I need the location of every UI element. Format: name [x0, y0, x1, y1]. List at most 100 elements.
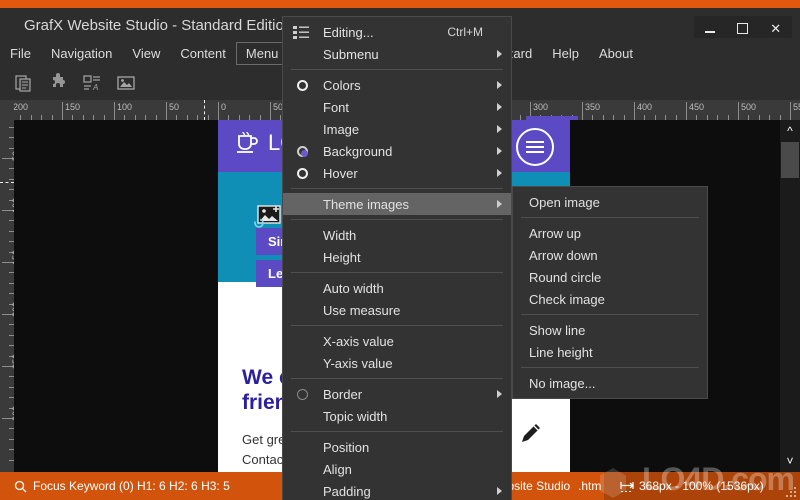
ruler-major-tick — [62, 102, 63, 120]
list-editing-icon — [293, 26, 309, 39]
menu-item-border[interactable]: Border — [283, 383, 511, 405]
menu-item-label: Hover — [323, 165, 358, 181]
submenu-arrow-icon — [497, 487, 502, 495]
scroll-up-button[interactable]: ^ — [780, 120, 800, 142]
ruler-label: 400 — [637, 102, 653, 112]
menu-item-topic-width[interactable]: Topic width — [283, 405, 511, 427]
image-icon[interactable] — [116, 73, 136, 93]
menu-item-width[interactable]: Width — [283, 224, 511, 246]
ruler-major-tick — [790, 102, 791, 120]
radio-indicator-hover[interactable] — [297, 167, 308, 179]
menu-item-use-measure[interactable]: Use measure — [283, 299, 511, 321]
menu-help[interactable]: Help — [542, 42, 589, 65]
menu-menu[interactable]: Menu — [235, 41, 289, 65]
menu-item-label: Height — [323, 249, 361, 265]
menu-view[interactable]: View — [122, 42, 170, 65]
menu-item-y-axis-value[interactable]: Y-axis value — [283, 352, 511, 374]
ruler-major-tick — [166, 102, 167, 120]
menu-separator — [291, 325, 503, 326]
menu-item-theme-images[interactable]: Theme images — [283, 193, 511, 215]
radio-indicator-colors[interactable] — [297, 79, 308, 91]
menu-item-label: Background — [323, 143, 393, 159]
theme-images-item-check-image[interactable]: Check image — [513, 288, 707, 310]
minimize-button[interactable] — [695, 17, 725, 41]
svg-text:A: A — [92, 83, 98, 92]
watermark-hex-icon — [600, 468, 626, 498]
ruler-label: 450 — [689, 102, 705, 112]
puzzle-plugin-icon[interactable] — [48, 73, 68, 93]
menu-item-shortcut: Ctrl+M — [447, 25, 483, 39]
maximize-button[interactable] — [728, 17, 758, 41]
menu-about[interactable]: About — [589, 42, 643, 65]
resize-grip-icon[interactable] — [784, 485, 796, 497]
theme-images-item-show-line[interactable]: Show line — [513, 319, 707, 341]
menu-item-label: Auto width — [323, 280, 384, 296]
menu-item-image[interactable]: Image — [283, 118, 511, 140]
status-focus-text: Focus Keyword (0) H1: 6 H2: 6 H3: 5 — [33, 479, 230, 493]
ruler-origin-marker — [204, 100, 205, 120]
text-layout-icon[interactable]: A — [82, 73, 102, 93]
menu-item-height[interactable]: Height — [283, 246, 511, 268]
menu-content[interactable]: Content — [170, 42, 236, 65]
theme-images-item-round-circle[interactable]: Round circle — [513, 266, 707, 288]
ruler-major-tick — [738, 102, 739, 120]
status-focus-keyword[interactable]: Focus Keyword (0) H1: 6 H2: 6 H3: 5 — [14, 479, 230, 493]
menu-item-label: Image — [323, 121, 360, 137]
menu-item-position[interactable]: Position — [283, 436, 511, 458]
scroll-thumb[interactable] — [781, 142, 799, 178]
menu-item-label: Show line — [529, 322, 586, 338]
menu-item-padding[interactable]: Padding — [283, 480, 511, 500]
image-placeholder-icon[interactable] — [254, 204, 282, 228]
menu-file[interactable]: File — [0, 42, 41, 65]
menu-item-label: Position — [323, 439, 370, 455]
ruler-label: 350 — [585, 102, 601, 112]
menu-navigation[interactable]: Navigation — [41, 42, 122, 65]
menu-dropdown-theme-images[interactable]: Open image Arrow up Arrow down Round circle… — [512, 186, 708, 399]
menu-item-label: Check image — [529, 291, 605, 307]
ruler-label: 300 — [533, 102, 549, 112]
copy-page-icon[interactable] — [14, 73, 34, 93]
menu-item-label: Align — [323, 461, 352, 477]
menu-item-hover[interactable]: Hover — [283, 162, 511, 184]
submenu-arrow-icon — [497, 125, 502, 133]
menu-item-label: Topic width — [323, 408, 388, 424]
menu-item-submenu[interactable]: Submenu — [283, 43, 511, 65]
ruler-label: 550 — [793, 102, 800, 112]
submenu-arrow-icon — [497, 50, 502, 58]
theme-images-item-arrow-up[interactable]: Arrow up — [513, 222, 707, 244]
close-button[interactable]: ✕ — [761, 17, 791, 41]
menu-separator — [291, 431, 503, 432]
menu-item-background[interactable]: Background — [283, 140, 511, 162]
canvas-scrollbar[interactable]: ^ ˅ — [780, 120, 800, 472]
menu-item-auto-width[interactable]: Auto width — [283, 277, 511, 299]
pencil-edit-icon[interactable] — [518, 420, 544, 446]
menu-item-label: No image... — [529, 375, 596, 391]
menu-item-font[interactable]: Font — [283, 96, 511, 118]
menu-item-colors[interactable]: Colors — [283, 74, 511, 96]
menu-item-label: Width — [323, 227, 357, 243]
vertical-ruler[interactable]: 050100150200250300 — [0, 100, 14, 472]
ruler-major-tick — [582, 102, 583, 120]
menu-separator — [291, 272, 503, 273]
ruler-major-tick — [634, 102, 635, 120]
ruler-major-tick — [270, 102, 271, 120]
menu-item-label: Arrow up — [529, 225, 582, 241]
hamburger-menu-icon[interactable] — [516, 128, 554, 166]
scroll-down-button[interactable]: ˅ — [780, 450, 800, 472]
hamburger-lines — [526, 138, 544, 156]
radio-indicator-background[interactable] — [297, 145, 308, 157]
menu-dropdown-main[interactable]: Editing... Ctrl+M Submenu Colors Font Image Ba… — [282, 16, 512, 500]
theme-images-item-line-height[interactable]: Line height — [513, 341, 707, 363]
status-zoom[interactable]: 368px - 100% (1536px) — [620, 479, 764, 493]
theme-images-item-open-image[interactable]: Open image — [513, 191, 707, 213]
theme-images-item-arrow-down[interactable]: Arrow down — [513, 244, 707, 266]
ruler-major-tick — [114, 102, 115, 120]
menu-item-editing[interactable]: Editing... Ctrl+M — [283, 21, 511, 43]
close-icon: ✕ — [770, 21, 782, 36]
menu-item-label: Y-axis value — [323, 355, 393, 371]
menu-item-align[interactable]: Align — [283, 458, 511, 480]
menu-item-x-axis-value[interactable]: X-axis value — [283, 330, 511, 352]
ruler-major-tick — [218, 102, 219, 120]
theme-images-item-no-image[interactable]: No image... — [513, 372, 707, 394]
radio-indicator-border[interactable] — [297, 388, 308, 400]
